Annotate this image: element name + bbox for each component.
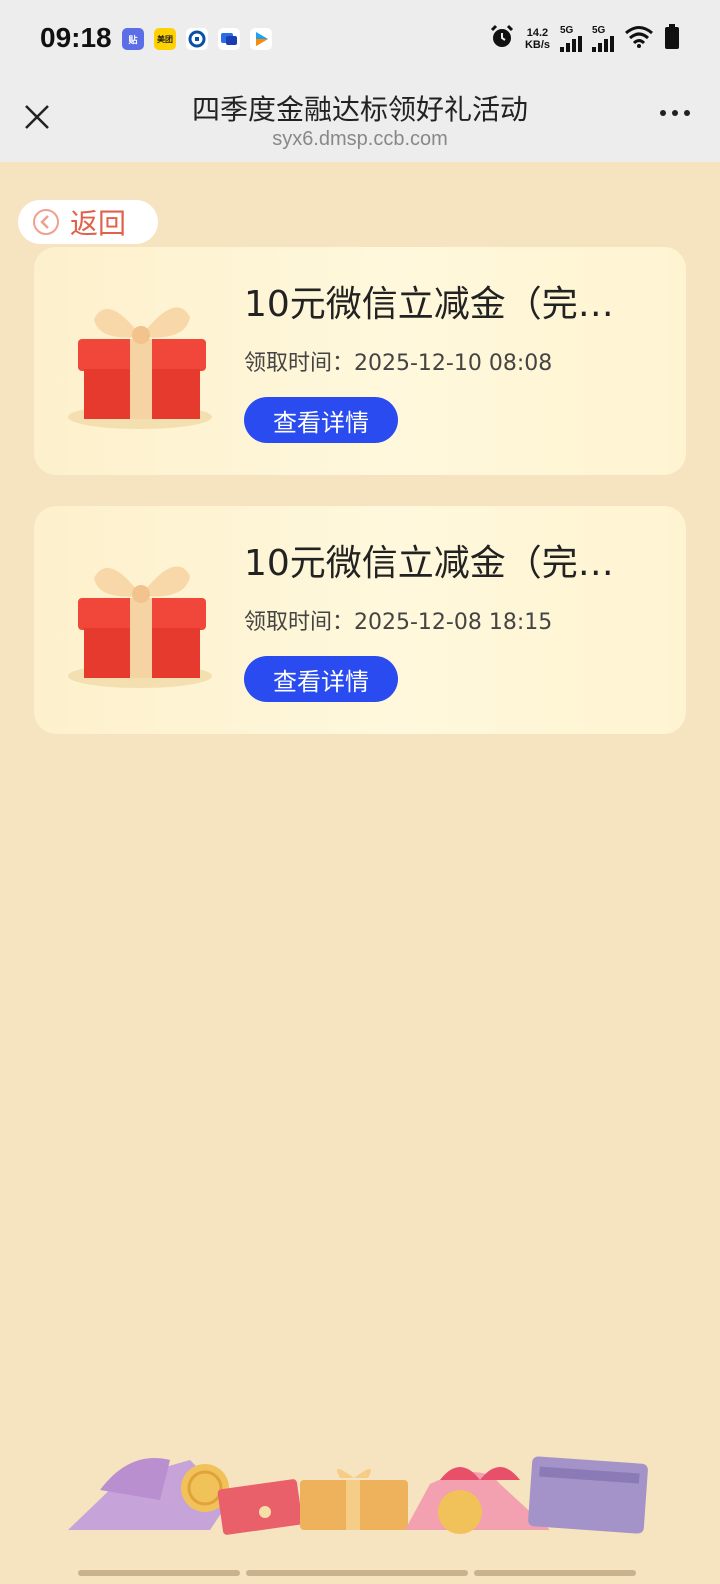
wifi-icon xyxy=(624,25,654,53)
reward-title: 10元微信立减金（完… xyxy=(244,543,614,584)
notification-icons: 贴 美团 xyxy=(122,28,272,50)
view-details-button[interactable]: 查看详情 xyxy=(244,397,398,443)
bottom-bar-segment xyxy=(246,1570,468,1576)
page-title: 四季度金融达标领好礼活动 xyxy=(191,93,528,126)
back-button[interactable]: 返回 xyxy=(18,200,158,244)
browser-title-bar: 四季度金融达标领好礼活动 syx6.dmsp.ccb.com xyxy=(0,80,720,162)
tieba-icon: 贴 xyxy=(122,28,144,50)
page-url: syx6.dmsp.ccb.com xyxy=(272,128,448,150)
more-dot xyxy=(684,110,690,116)
gift-box-icon xyxy=(68,566,212,688)
status-time: 09:18 xyxy=(40,22,112,53)
more-dot xyxy=(672,110,678,116)
signal-bars-icon xyxy=(592,36,614,52)
bottom-bar-segment xyxy=(474,1570,636,1576)
battery-icon xyxy=(664,24,680,54)
net-speed: 14.2 KB/s xyxy=(524,27,550,51)
status-bar: 09:18 贴 美团 14.2 KB/s 5G 5G xyxy=(0,0,720,80)
claim-time: 领取时间：2025-12-10 08:08 xyxy=(244,351,553,376)
reward-card: 10元微信立减金（完… 领取时间：2025-12-08 18:15 查看详情 xyxy=(34,506,686,734)
back-label: 返回 xyxy=(70,207,127,240)
signal-1: 5G xyxy=(560,26,582,52)
claim-time: 领取时间：2025-12-08 18:15 xyxy=(244,610,553,635)
gifts-illustration xyxy=(68,1456,648,1535)
gift-box-icon xyxy=(68,307,212,429)
reward-title: 10元微信立减金（完… xyxy=(244,284,614,325)
signal-2: 5G xyxy=(592,26,614,52)
video-icon xyxy=(250,28,272,50)
system-icons: 14.2 KB/s 5G 5G xyxy=(489,24,680,54)
bottom-bar-segment xyxy=(78,1570,240,1576)
ccb-icon xyxy=(186,28,208,50)
more-button[interactable] xyxy=(660,110,690,116)
bottom-bar xyxy=(78,1570,636,1576)
view-details-button[interactable]: 查看详情 xyxy=(244,656,398,702)
signal-bars-icon xyxy=(560,36,582,52)
meituan-icon: 美团 xyxy=(154,28,176,50)
message-icon xyxy=(218,28,240,50)
reward-card: 10元微信立减金（完… 领取时间：2025-12-10 08:08 查看详情 xyxy=(34,247,686,475)
more-dot xyxy=(660,110,666,116)
alarm-icon xyxy=(489,24,515,54)
back-arrow-icon xyxy=(33,209,59,235)
